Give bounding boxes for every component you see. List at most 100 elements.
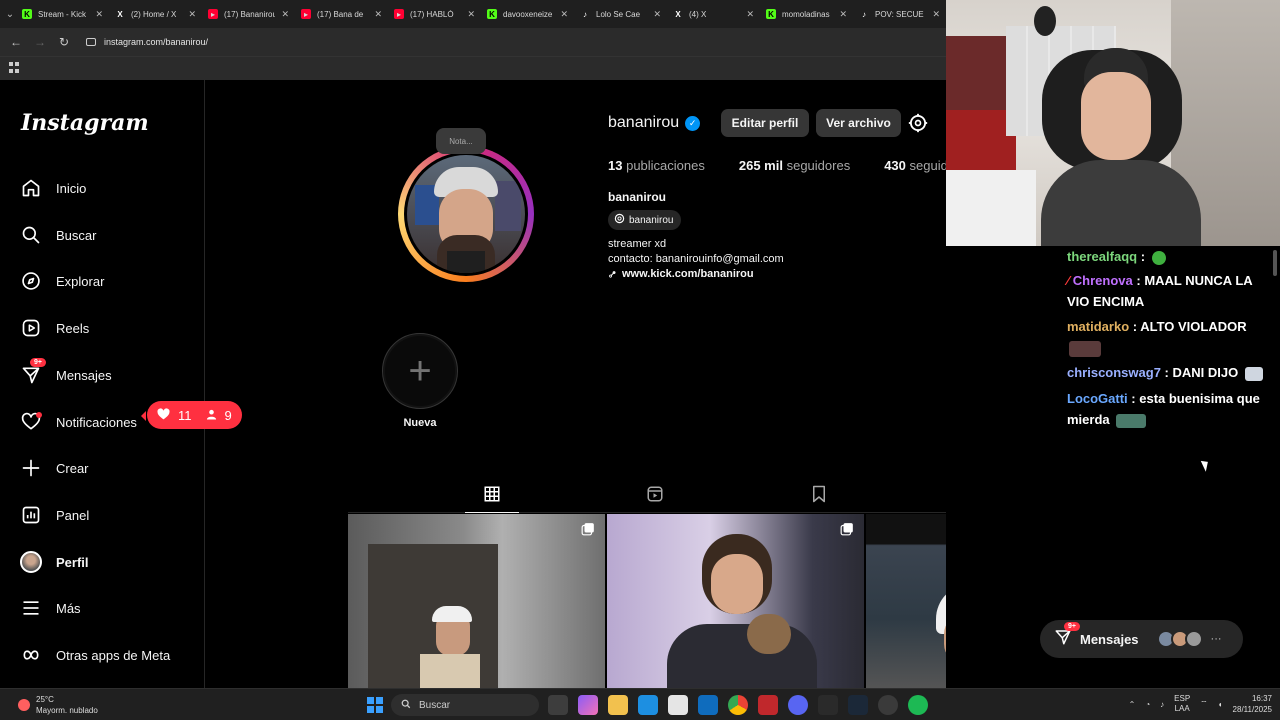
chrome-icon[interactable]: [728, 695, 748, 715]
sidebar-item-buscar[interactable]: Buscar: [20, 220, 96, 250]
tab-saved[interactable]: [792, 480, 846, 513]
chat-text: ALTO VIOLADOR: [1140, 319, 1247, 334]
site-info-icon[interactable]: [86, 38, 96, 46]
sidebar-item-mas[interactable]: Más: [20, 593, 81, 623]
browser-tab[interactable]: ▸ (17) Bana de ✕: [295, 2, 388, 26]
system-tray: ⌃ ◔ ♪ ESP LAA ⌔ ◖ 16:37 28/11/2025: [1129, 693, 1272, 715]
chat-username[interactable]: Chrenova: [1073, 273, 1133, 288]
taskbar-search[interactable]: Buscar: [391, 694, 539, 716]
plus-icon: [20, 457, 42, 479]
wifi-icon[interactable]: ⌔: [1200, 699, 1208, 709]
file-explorer-icon[interactable]: [608, 695, 628, 715]
tab-posts[interactable]: [465, 480, 519, 513]
home-icon: [20, 177, 42, 199]
sidebar-item-panel[interactable]: Panel: [20, 500, 89, 530]
task-view-icon[interactable]: [548, 695, 568, 715]
close-tab-icon[interactable]: ✕: [932, 9, 940, 20]
sidebar-item-perfil[interactable]: Perfil: [20, 547, 89, 577]
close-tab-icon[interactable]: ✕: [95, 9, 103, 20]
reload-icon[interactable]: ↻: [52, 35, 76, 49]
close-tab-icon[interactable]: ✕: [374, 9, 382, 20]
copilot-icon[interactable]: [578, 695, 598, 715]
tab-title: momoladinas: [782, 9, 830, 19]
browser-tab[interactable]: ▸ (17) Bananirou ✕: [202, 2, 295, 26]
store-icon[interactable]: [668, 695, 688, 715]
sidebar-item-crear[interactable]: Crear: [20, 453, 89, 483]
threads-link-chip[interactable]: bananirou: [608, 210, 682, 230]
tab-search-dropdown[interactable]: ⌄: [4, 4, 16, 24]
bio-link[interactable]: ⊶ www.kick.com/bananirou: [605, 267, 784, 282]
sidebar-item-mensajes[interactable]: 9+ Mensajes: [20, 358, 112, 390]
sidebar-item-otras-apps[interactable]: Otras apps de Meta: [20, 640, 170, 670]
browser-tab[interactable]: Kmomoladinas ✕: [760, 2, 853, 26]
heart-icon: [20, 411, 42, 433]
sidebar-item-label: Más: [56, 600, 81, 616]
close-tab-icon[interactable]: ✕: [281, 9, 289, 20]
post-thumbnail[interactable]: [348, 514, 605, 689]
volume-icon[interactable]: ◖: [1218, 700, 1223, 709]
messages-floating-pill[interactable]: 9+ Mensajes ···: [1040, 620, 1243, 658]
tab-reels[interactable]: [628, 480, 682, 513]
bio-line: streamer xd: [608, 238, 667, 250]
x-icon: X: [675, 9, 681, 19]
windows-start-icon[interactable]: [367, 697, 383, 713]
browser-tab[interactable]: ♪ Lolo Se Cae ✕: [574, 2, 667, 26]
sidebar-item-reels[interactable]: Reels: [20, 313, 89, 343]
app-icon[interactable]: [818, 695, 838, 715]
sidebar-item-label: Explorar: [56, 273, 105, 289]
outlook-icon[interactable]: [698, 695, 718, 715]
posts-stat[interactable]: 13 publicaciones: [608, 158, 705, 173]
spotify-icon[interactable]: [908, 695, 928, 715]
profile-avatar-story-ring[interactable]: [398, 146, 534, 282]
clock[interactable]: 16:37 28/11/2025: [1233, 693, 1272, 715]
chat-username[interactable]: LocoGatti: [1067, 391, 1128, 406]
edit-profile-button[interactable]: Editar perfil: [721, 109, 809, 137]
close-tab-icon[interactable]: ✕: [188, 9, 196, 20]
weather-widget[interactable]: 25°C Mayorm. nublado: [18, 694, 98, 716]
followers-stat[interactable]: 265 mil seguidores: [739, 158, 850, 173]
sidebar-item-explorar[interactable]: Explorar: [20, 266, 104, 296]
mic-icon[interactable]: ♪: [1160, 700, 1164, 709]
close-tab-icon[interactable]: ✕: [560, 9, 568, 20]
chat-username[interactable]: therealfaqq: [1067, 249, 1137, 264]
sidebar-item-inicio[interactable]: Inicio: [20, 173, 86, 203]
video-app-icon[interactable]: [758, 695, 778, 715]
forward-arrow-icon[interactable]: →: [28, 35, 52, 49]
language-indicator[interactable]: ESP LAA: [1174, 694, 1190, 714]
dm-avatar-stack: [1156, 630, 1203, 648]
settings-gear-icon[interactable]: [908, 113, 928, 133]
note-bubble[interactable]: Nota...: [436, 128, 486, 154]
steam-icon[interactable]: [848, 695, 868, 715]
view-archive-button[interactable]: Ver archivo: [816, 109, 901, 137]
chat-scrollbar[interactable]: [1273, 250, 1277, 276]
chat-username[interactable]: chrisconswag7: [1067, 365, 1161, 380]
browser-tab[interactable]: ▸ (17) HABLÓ ✕: [388, 2, 481, 26]
chevron-up-icon[interactable]: ⌃: [1129, 700, 1136, 709]
more-dots-icon[interactable]: ···: [1211, 633, 1222, 645]
browser-tab[interactable]: ♪ POV: SECUE ✕: [853, 2, 946, 26]
close-tab-icon[interactable]: ✕: [467, 9, 475, 20]
apps-grid-icon[interactable]: [9, 62, 20, 73]
close-tab-icon[interactable]: ✕: [746, 9, 754, 20]
edge-icon[interactable]: [638, 695, 658, 715]
post-thumbnail[interactable]: [607, 514, 864, 689]
network-icon[interactable]: ◔: [1145, 700, 1150, 709]
discord-icon[interactable]: [788, 695, 808, 715]
browser-tab[interactable]: X (2) Home / X ✕: [109, 2, 202, 26]
browser-tab[interactable]: X (4) X ✕: [667, 2, 760, 26]
instagram-logo[interactable]: Instagram: [21, 110, 149, 136]
url-field[interactable]: instagram.com/bananirou/: [86, 32, 936, 52]
messenger-icon: 9+: [1054, 621, 1080, 651]
browser-tab[interactable]: K Stream - Kick ✕: [16, 2, 109, 26]
back-arrow-icon[interactable]: ←: [4, 35, 28, 49]
browser-tab[interactable]: Kdavooxeneize ✕: [481, 2, 574, 26]
sidebar-item-notificaciones[interactable]: Notificaciones: [20, 407, 137, 437]
close-tab-icon[interactable]: ✕: [839, 9, 847, 20]
chat-username[interactable]: matidarko: [1067, 319, 1129, 334]
chat-message: therealfaqq :: [1067, 246, 1272, 267]
close-tab-icon[interactable]: ✕: [653, 9, 661, 20]
url-text: instagram.com/bananirou/: [104, 37, 209, 47]
app-icon[interactable]: [878, 695, 898, 715]
chat-text: DANI DIJO: [1172, 365, 1239, 380]
new-highlight-button[interactable]: + Nueva: [382, 333, 458, 429]
